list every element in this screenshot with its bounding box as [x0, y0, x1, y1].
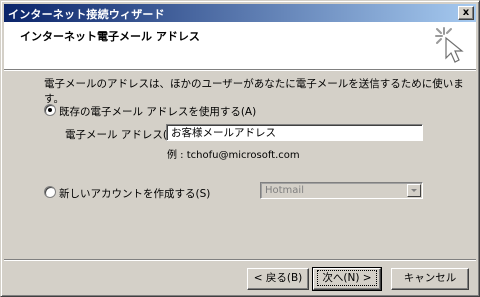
wizard-header: インターネット電子メール アドレス [4, 22, 476, 69]
existing-address-label[interactable]: 既存の電子メール アドレスを使用する(A) [59, 104, 256, 119]
close-button[interactable]: x [458, 6, 474, 20]
new-account-label[interactable]: 新しいアカウントを作成する(S) [59, 186, 210, 201]
title-bar[interactable]: インターネット接続ウィザード x [4, 4, 476, 22]
footer-divider [4, 259, 476, 261]
next-button-label: 次へ(N) > [317, 270, 377, 286]
page-title: インターネット電子メール アドレス [20, 30, 200, 43]
header-divider [4, 69, 476, 71]
new-account-radio[interactable] [44, 186, 56, 198]
description-text: 電子メールのアドレスは、ほかのユーザーがあなたに電子メールを送信するために使いま… [44, 78, 464, 105]
email-example-text: 例 : tchofu@microsoft.com [167, 150, 300, 161]
existing-address-radio[interactable] [44, 104, 56, 116]
next-button[interactable]: 次へ(N) > [312, 267, 382, 291]
provider-select-value: Hotmail [265, 185, 304, 196]
window-title: インターネット接続ウィザード [8, 8, 165, 21]
wizard-icon [435, 27, 464, 63]
chevron-down-icon [407, 184, 421, 197]
email-address-input[interactable]: お客様メールアドレス [166, 124, 423, 141]
email-address-label: 電子メール アドレス(E): [65, 129, 182, 141]
back-button[interactable]: < 戻る(B) [247, 268, 309, 290]
cancel-button[interactable]: キャンセル [391, 268, 469, 290]
provider-select: Hotmail [260, 182, 423, 199]
wizard-window: インターネット接続ウィザード x インターネット電子メール アドレス 電子メール… [0, 0, 480, 297]
